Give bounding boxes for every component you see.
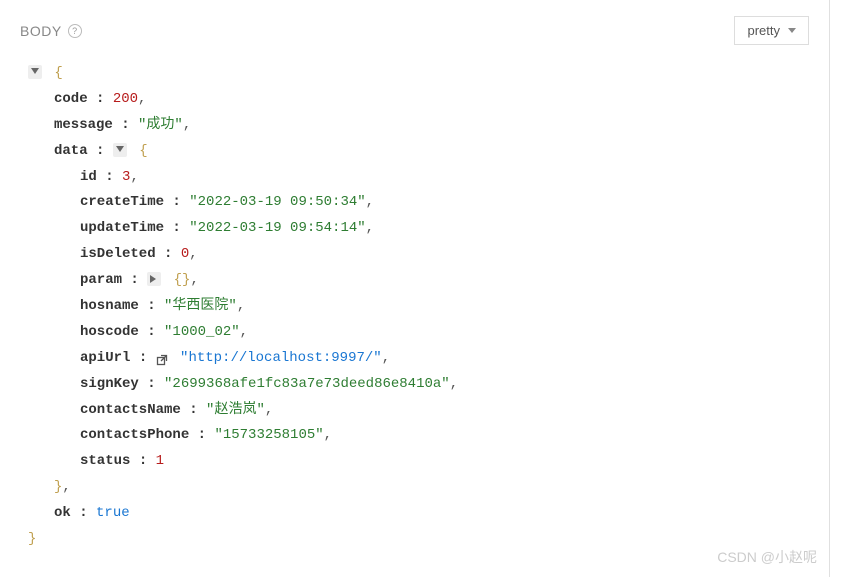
body-label: BODY [20, 23, 62, 39]
json-key: createTime [80, 194, 164, 210]
json-value: 1 [156, 453, 164, 469]
json-value: true [96, 505, 130, 521]
brace-empty: {} [174, 272, 191, 288]
expand-toggle-icon[interactable] [147, 272, 161, 286]
header-left: BODY ? [20, 23, 82, 39]
colon: : [121, 117, 138, 133]
json-key: message [54, 117, 113, 133]
json-value: "2022-03-19 09:54:14" [189, 220, 365, 236]
json-key: hoscode [80, 324, 139, 340]
collapse-toggle-icon[interactable] [28, 65, 42, 79]
json-key: isDeleted [80, 246, 156, 262]
view-mode-label: pretty [747, 23, 780, 38]
json-key: signKey [80, 376, 139, 392]
colon: : [172, 194, 189, 210]
json-line: param : {}, [28, 268, 809, 294]
chevron-down-icon [788, 28, 796, 33]
json-value: "1000_02" [164, 324, 240, 340]
json-line: }, [28, 475, 809, 501]
json-key: updateTime [80, 220, 164, 236]
json-key: contactsPhone [80, 427, 189, 443]
collapse-toggle-icon[interactable] [113, 143, 127, 157]
json-value: "成功" [138, 117, 183, 133]
json-line: { [28, 61, 809, 87]
json-line: contactsName : "赵浩岚", [28, 398, 809, 424]
brace-open: { [54, 65, 62, 81]
json-line: isDeleted : 0, [28, 242, 809, 268]
colon: : [96, 143, 113, 159]
json-line: ok : true [28, 501, 809, 527]
json-line: code : 200, [28, 87, 809, 113]
json-key: contactsName [80, 402, 181, 418]
json-line: data : { [28, 139, 809, 165]
brace-open: { [139, 143, 147, 159]
json-key: apiUrl [80, 350, 130, 366]
colon: : [147, 376, 164, 392]
colon: : [139, 453, 156, 469]
external-link-icon[interactable] [156, 351, 168, 363]
json-line: status : 1 [28, 449, 809, 475]
json-value-url[interactable]: "http://localhost:9997/" [180, 350, 382, 366]
json-key: status [80, 453, 130, 469]
json-value: "华西医院" [164, 298, 237, 314]
body-panel: BODY ? pretty { code : 200, message : "成… [0, 0, 830, 577]
json-line: createTime : "2022-03-19 09:50:34", [28, 190, 809, 216]
json-line: updateTime : "2022-03-19 09:54:14", [28, 216, 809, 242]
json-key: data [54, 143, 88, 159]
json-key: code [54, 91, 88, 107]
colon: : [172, 220, 189, 236]
json-key: id [80, 169, 97, 185]
json-line: id : 3, [28, 165, 809, 191]
json-line: hoscode : "1000_02", [28, 320, 809, 346]
json-line: message : "成功", [28, 113, 809, 139]
panel-header: BODY ? pretty [20, 16, 809, 45]
json-value: 0 [181, 246, 189, 262]
colon: : [189, 402, 206, 418]
colon: : [96, 91, 113, 107]
json-value: 200 [113, 91, 138, 107]
colon: : [164, 246, 181, 262]
json-key: param [80, 272, 122, 288]
colon: : [147, 324, 164, 340]
json-line: } [28, 527, 809, 553]
json-value: "2699368afe1fc83a7e73deed86e8410a" [164, 376, 450, 392]
json-viewer: { code : 200, message : "成功", data : { i… [20, 61, 809, 553]
json-key: ok [54, 505, 71, 521]
colon: : [147, 298, 164, 314]
help-icon[interactable]: ? [68, 24, 82, 38]
json-line: signKey : "2699368afe1fc83a7e73deed86e84… [28, 372, 809, 398]
json-value: "15733258105" [214, 427, 323, 443]
colon: : [198, 427, 215, 443]
colon: : [79, 505, 96, 521]
json-value: "赵浩岚" [206, 402, 265, 418]
colon: : [139, 350, 156, 366]
json-line: apiUrl : "http://localhost:9997/", [28, 346, 809, 372]
colon: : [105, 169, 122, 185]
view-mode-select[interactable]: pretty [734, 16, 809, 45]
json-key: hosname [80, 298, 139, 314]
brace-close: } [28, 531, 36, 547]
json-line: contactsPhone : "15733258105", [28, 423, 809, 449]
colon: : [130, 272, 147, 288]
json-line: hosname : "华西医院", [28, 294, 809, 320]
json-value: "2022-03-19 09:50:34" [189, 194, 365, 210]
